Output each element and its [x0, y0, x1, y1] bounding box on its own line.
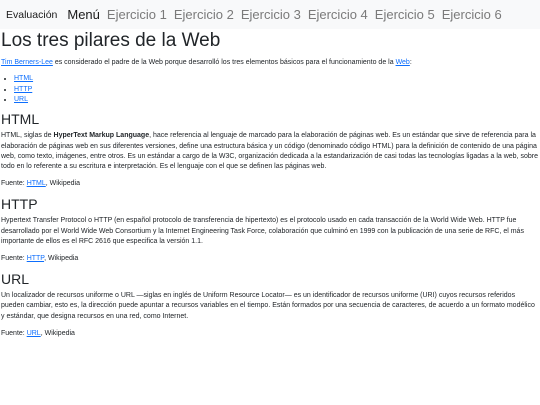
source-link-html[interactable]: HTML [27, 180, 46, 187]
section-heading-url: URL [1, 271, 30, 288]
source-suffix: , Wikipedia [44, 255, 79, 263]
nav-link-ejercicio-6[interactable]: Ejercicio 6 [442, 7, 502, 22]
section-http: HTTP Hypertext Transfer Protocol o HTTP … [1, 196, 540, 264]
source-label: Fuente: [1, 180, 27, 188]
section-text-http: Hypertext Transfer Protocol o HTTP (en e… [1, 217, 524, 245]
intro-paragraph: Tim Berners-Lee es considerado el padre … [1, 58, 540, 68]
list-link-html[interactable]: HTML [14, 75, 33, 82]
nav-link-ejercicio-2[interactable]: Ejercicio 2 [174, 7, 234, 22]
source-suffix: , Wikipedia [40, 329, 75, 337]
navbar-brand[interactable]: Evaluación [6, 9, 57, 21]
list-item: URL [14, 95, 540, 105]
main-content: Los tres pilares de la Web Tim Berners-L… [0, 30, 540, 339]
page-title: Los tres pilares de la Web [1, 30, 221, 51]
source-html: Fuente: HTML, Wikipedia [1, 179, 540, 189]
section-url: URL Un localizador de recursos uniforme … [1, 271, 540, 339]
nav-link-ejercicio-3[interactable]: Ejercicio 3 [241, 7, 301, 22]
author-link[interactable]: Tim Berners-Lee [1, 59, 53, 66]
section-heading-html: HTML [1, 111, 40, 128]
list-item: HTML [14, 74, 540, 84]
source-http: Fuente: HTTP, Wikipedia [1, 254, 540, 264]
html-text-bold: HyperText Markup Language [53, 132, 150, 140]
intro-text: es considerado el padre de la Web porque… [52, 59, 396, 66]
nav-link-menu[interactable]: Menú [67, 7, 100, 22]
section-heading-http: HTTP [1, 196, 38, 213]
web-link[interactable]: Web [396, 59, 410, 66]
source-link-http[interactable]: HTTP [27, 255, 44, 262]
html-text-pre: HTML, siglas de [1, 132, 54, 140]
source-url: Fuente: URL, Wikipedia [1, 329, 540, 339]
nav-link-ejercicio-1[interactable]: Ejercicio 1 [107, 7, 167, 22]
list-item: HTTP [14, 85, 540, 95]
list-link-http[interactable]: HTTP [14, 86, 32, 93]
nav-link-ejercicio-5[interactable]: Ejercicio 5 [375, 7, 435, 22]
list-link-url[interactable]: URL [14, 96, 28, 103]
section-text-html: HTML, siglas de HyperText Markup Languag… [1, 131, 540, 172]
source-label: Fuente: [1, 255, 27, 263]
source-label: Fuente: [1, 329, 27, 337]
pillars-list: HTML HTTP URL [1, 74, 540, 105]
section-html: HTML HTML, siglas de HyperText Markup La… [1, 111, 540, 189]
section-text-url: Un localizador de recursos uniforme o UR… [1, 292, 535, 320]
source-suffix: , Wikipedia [45, 180, 80, 188]
nav-link-ejercicio-4[interactable]: Ejercicio 4 [308, 7, 368, 22]
navbar: Evaluación Menú Ejercicio 1 Ejercicio 2 … [0, 0, 540, 29]
source-link-url[interactable]: URL [27, 330, 41, 337]
intro-end: : [409, 59, 412, 66]
